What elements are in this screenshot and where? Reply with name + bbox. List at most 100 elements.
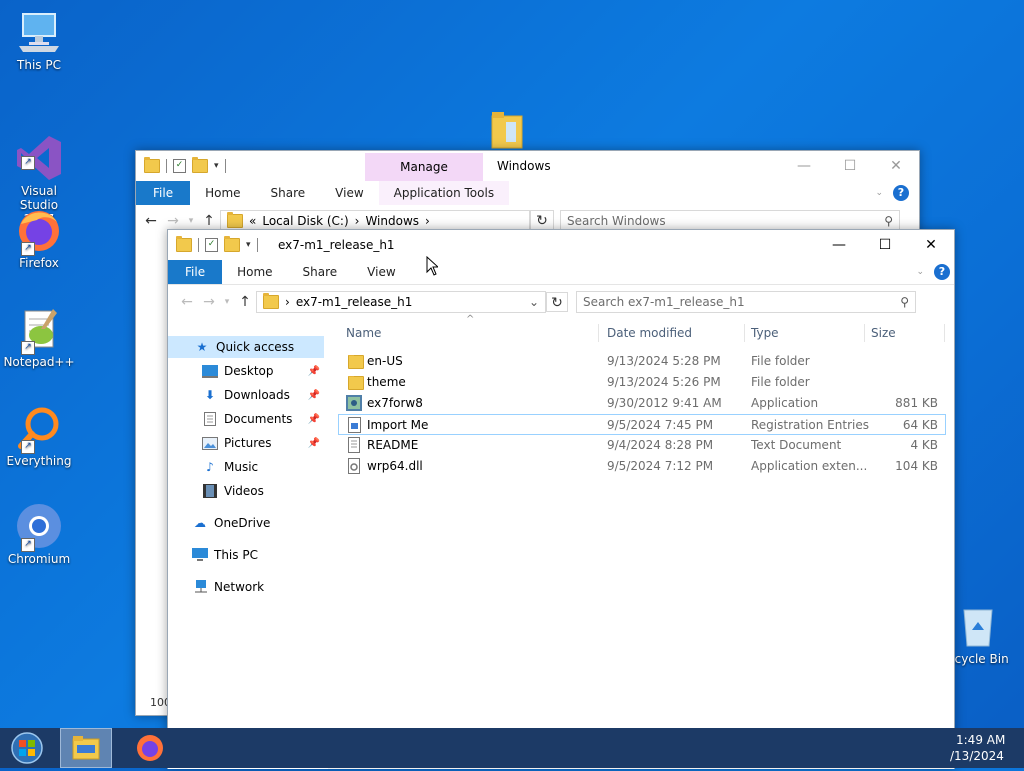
computer-icon bbox=[192, 548, 208, 562]
desktop-icon-chromium[interactable]: ↗ Chromium bbox=[1, 502, 77, 566]
desktop-icon-label: Everything bbox=[6, 454, 72, 468]
desktop-icon-firefox[interactable]: ↗ Firefox bbox=[1, 206, 77, 270]
tab-view[interactable]: View bbox=[320, 181, 378, 205]
search-input[interactable]: Search ex7-m1_release_h1 ⚲ bbox=[576, 291, 916, 313]
nav-pictures[interactable]: Pictures 📌 bbox=[168, 432, 324, 454]
tab-file[interactable]: File bbox=[168, 260, 223, 284]
chevron-down-icon[interactable]: ▾ bbox=[246, 240, 251, 250]
new-folder-icon[interactable] bbox=[192, 157, 208, 173]
up-arrow-icon[interactable]: ↑ bbox=[234, 294, 256, 310]
dll-icon bbox=[346, 458, 362, 474]
tab-share[interactable]: Share bbox=[288, 260, 353, 284]
tab-application-tools[interactable]: Application Tools bbox=[378, 181, 510, 205]
column-header-date[interactable]: Date modified bbox=[607, 320, 692, 346]
nav-music[interactable]: ♪ Music bbox=[168, 456, 324, 478]
column-separator[interactable] bbox=[864, 324, 865, 342]
nav-documents[interactable]: Documents 📌 bbox=[168, 408, 324, 430]
taskbar-file-explorer[interactable] bbox=[60, 728, 112, 768]
close-button[interactable]: ✕ bbox=[873, 151, 919, 181]
forward-arrow-icon[interactable]: → bbox=[198, 294, 220, 310]
network-icon bbox=[192, 580, 208, 594]
back-arrow-icon[interactable]: ← bbox=[140, 213, 162, 229]
file-row[interactable]: ex7forw8 9/30/2012 9:41 AM Application 8… bbox=[338, 393, 946, 413]
nav-network[interactable]: Network bbox=[168, 576, 324, 598]
file-row[interactable]: theme 9/13/2024 5:26 PM File folder bbox=[338, 372, 946, 392]
clock-time: 1:49 AM bbox=[956, 733, 1006, 747]
pin-icon[interactable]: 📌 bbox=[308, 390, 320, 401]
expand-ribbon-icon[interactable]: ⌄ bbox=[875, 188, 883, 198]
ribbon-tabs: File Home Share View Application Tools ⌄… bbox=[136, 181, 919, 205]
explorer-window-ex7[interactable]: ✓ ▾ ex7-m1_release_h1 — ☐ ✕ File Home Sh… bbox=[167, 229, 955, 769]
file-row[interactable]: wrp64.dll 9/5/2024 7:12 PM Application e… bbox=[338, 456, 946, 476]
column-separator[interactable] bbox=[598, 324, 599, 342]
up-arrow-icon[interactable]: ↑ bbox=[198, 213, 220, 229]
nav-videos[interactable]: Videos bbox=[168, 480, 324, 502]
recent-dropdown-icon[interactable]: ▾ bbox=[184, 216, 198, 226]
nav-label: This PC bbox=[214, 548, 258, 562]
manage-contextual-tab[interactable]: Manage bbox=[365, 153, 483, 181]
back-arrow-icon[interactable]: ← bbox=[176, 294, 198, 310]
separator bbox=[166, 159, 167, 173]
properties-icon[interactable]: ✓ bbox=[173, 159, 186, 173]
dragged-folder-icon[interactable] bbox=[490, 110, 524, 150]
file-type: File folder bbox=[751, 375, 810, 389]
pin-icon[interactable]: 📌 bbox=[308, 366, 320, 377]
tab-file[interactable]: File bbox=[136, 181, 191, 205]
pictures-icon bbox=[202, 436, 218, 450]
help-icon[interactable]: ? bbox=[893, 185, 909, 201]
desktop-icon-this-pc[interactable]: This PC bbox=[1, 8, 77, 72]
address-bar[interactable]: › ex7-m1_release_h1 ⌄ bbox=[256, 291, 546, 313]
expand-ribbon-icon[interactable]: ⌄ bbox=[916, 267, 924, 277]
help-icon[interactable]: ? bbox=[934, 264, 950, 280]
start-button[interactable] bbox=[0, 728, 56, 768]
mouse-cursor-icon bbox=[426, 255, 440, 279]
close-button[interactable]: ✕ bbox=[908, 230, 954, 260]
properties-icon[interactable]: ✓ bbox=[205, 238, 218, 252]
file-row[interactable]: Import Me 9/5/2024 7:45 PM Registration … bbox=[338, 414, 946, 435]
nav-downloads[interactable]: ⬇ Downloads 📌 bbox=[168, 384, 324, 406]
nav-this-pc[interactable]: This PC bbox=[168, 544, 324, 566]
file-row[interactable]: en-US 9/13/2024 5:28 PM File folder bbox=[338, 351, 946, 371]
pin-icon[interactable]: 📌 bbox=[308, 414, 320, 425]
file-row[interactable]: README 9/4/2024 8:28 PM Text Document 4 … bbox=[338, 435, 946, 455]
title-bar[interactable]: ✓ ▾ ex7-m1_release_h1 — ☐ ✕ bbox=[168, 230, 954, 260]
breadcrumb-item[interactable]: ex7-m1_release_h1 bbox=[296, 295, 413, 309]
application-icon bbox=[346, 395, 362, 411]
maximize-button[interactable]: ☐ bbox=[862, 230, 908, 260]
file-size: 4 KB bbox=[910, 438, 938, 452]
file-date: 9/5/2024 7:12 PM bbox=[607, 459, 714, 473]
chevron-down-icon[interactable]: ▾ bbox=[214, 161, 219, 171]
file-name: README bbox=[367, 438, 419, 452]
nav-onedrive[interactable]: ☁ OneDrive bbox=[168, 512, 324, 534]
tab-home[interactable]: Home bbox=[190, 181, 255, 205]
pin-icon[interactable]: 📌 bbox=[308, 438, 320, 449]
desktop-icon-notepad-plus-plus[interactable]: ↗ Notepad++ bbox=[1, 305, 77, 369]
minimize-button[interactable]: — bbox=[781, 151, 827, 181]
maximize-button[interactable]: ☐ bbox=[827, 151, 873, 181]
recycle-bin-icon bbox=[954, 602, 1002, 650]
desktop-icon-everything[interactable]: ↗ Everything bbox=[1, 404, 77, 468]
file-size: 881 KB bbox=[895, 396, 938, 410]
breadcrumb-item[interactable]: Local Disk (C:) bbox=[262, 214, 348, 228]
tab-share[interactable]: Share bbox=[256, 181, 321, 205]
recent-dropdown-icon[interactable]: ▾ bbox=[220, 297, 234, 307]
column-separator[interactable] bbox=[944, 324, 945, 342]
minimize-button[interactable]: — bbox=[816, 230, 862, 260]
taskbar-firefox[interactable] bbox=[118, 728, 168, 768]
breadcrumb-item[interactable]: Windows bbox=[365, 214, 419, 228]
new-folder-icon[interactable] bbox=[224, 236, 240, 252]
address-dropdown-icon[interactable]: ⌄ bbox=[529, 295, 539, 309]
tab-home[interactable]: Home bbox=[222, 260, 287, 284]
column-header-name[interactable]: Name bbox=[346, 320, 381, 346]
tab-view[interactable]: View bbox=[352, 260, 410, 284]
column-header-type[interactable]: Type bbox=[751, 320, 779, 346]
clock[interactable]: 1:49 AM /13/2024 bbox=[950, 732, 1020, 764]
refresh-icon[interactable]: ↻ bbox=[546, 292, 568, 312]
nav-quick-access[interactable]: ★ Quick access bbox=[168, 336, 324, 358]
nav-desktop[interactable]: Desktop 📌 bbox=[168, 360, 324, 382]
forward-arrow-icon[interactable]: → bbox=[162, 213, 184, 229]
column-separator[interactable] bbox=[744, 324, 745, 342]
column-header-size[interactable]: Size bbox=[871, 320, 896, 346]
title-bar[interactable]: ✓ ▾ Manage Windows — ☐ ✕ bbox=[136, 151, 919, 181]
quick-access-toolbar: ✓ ▾ bbox=[176, 236, 258, 252]
